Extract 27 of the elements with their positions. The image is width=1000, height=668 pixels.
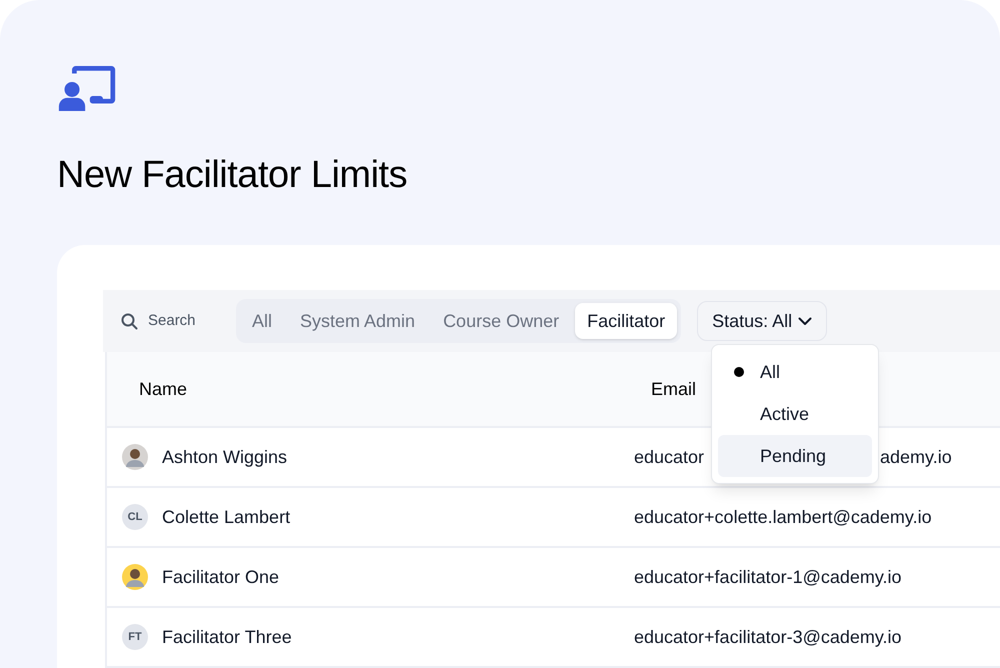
filter-tab[interactable]: Course Owner [431, 303, 572, 339]
menu-item[interactable]: Pending [718, 435, 872, 477]
initials-avatar: CL [122, 504, 148, 530]
search-field[interactable]: Search [121, 310, 236, 332]
menu-item[interactable]: All [718, 351, 872, 393]
email-cell-text: educator+facilitator-3@cademy.io [634, 626, 902, 649]
name-cell-text: Facilitator One [162, 566, 280, 588]
filter-tab[interactable]: System Admin [288, 303, 428, 339]
status-dropdown[interactable]: Status: All [697, 301, 828, 341]
name-cell-text: Facilitator Three [162, 626, 292, 648]
search-placeholder: Search [148, 310, 196, 331]
search-icon [121, 312, 138, 330]
email-cell-text: educator+colette.lambert@cademy.io [634, 506, 932, 529]
column-header: Email [651, 378, 696, 398]
email-cell-text: ademy.io [880, 446, 952, 469]
column-header: Name [139, 378, 188, 398]
filter-tab[interactable]: All [240, 303, 284, 339]
chevron-down-icon [798, 316, 812, 326]
page-title: New Facilitator Limits [57, 153, 408, 197]
name-cell-text: Colette Lambert [162, 506, 290, 528]
filter-tab[interactable]: Facilitator [575, 303, 678, 339]
menu-item[interactable]: Active [718, 393, 872, 435]
name-cell-text: Ashton Wiggins [162, 446, 288, 469]
email-cell-text: educator [634, 446, 704, 468]
initials-avatar: FT [122, 624, 148, 650]
presenter-icon [57, 66, 118, 111]
email-cell-text: educator+facilitator-1@cademy.io [634, 566, 902, 589]
